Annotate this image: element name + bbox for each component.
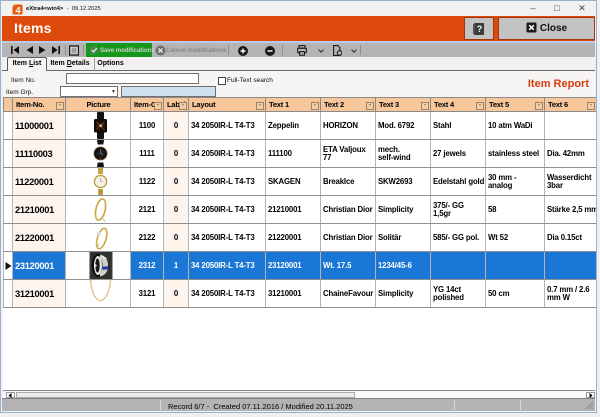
svg-text:?: ? xyxy=(477,24,483,34)
svg-text:4: 4 xyxy=(15,5,21,15)
